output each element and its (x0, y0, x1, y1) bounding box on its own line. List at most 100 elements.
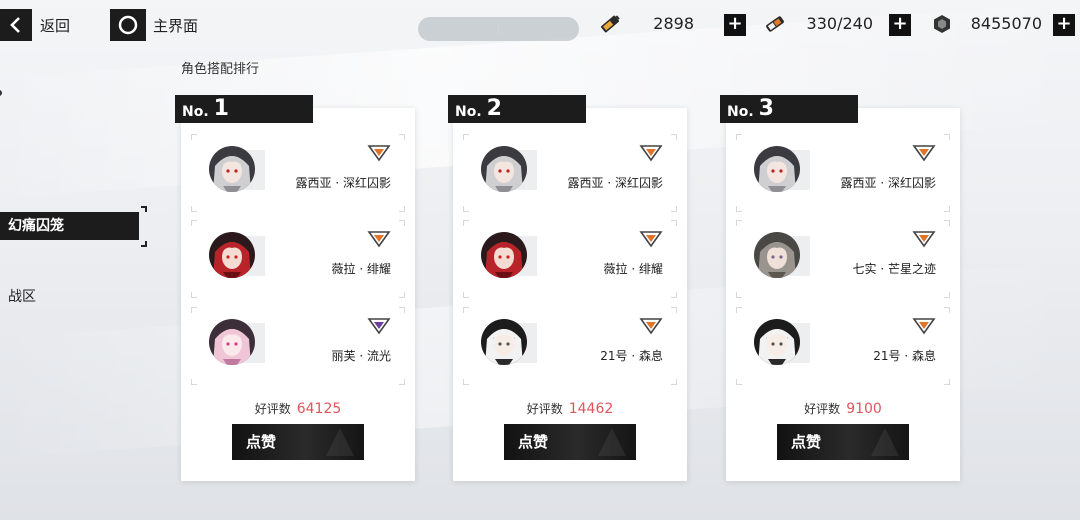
role-class-icon (367, 230, 391, 248)
button-decoration (598, 428, 626, 456)
sidebar-item-warzone[interactable]: 战区 (8, 286, 36, 306)
slot-corner (399, 307, 405, 313)
slot-corner (671, 379, 677, 385)
character-slot[interactable]: 丽芙 · 流光 (191, 307, 405, 385)
character-name: 21号 · 森息 (873, 349, 936, 363)
back-button[interactable] (0, 9, 32, 41)
like-button[interactable]: 点赞 (232, 424, 364, 460)
like-button-label: 点赞 (518, 433, 549, 451)
slot-corner (399, 206, 405, 212)
rank-number: 1 (213, 96, 229, 121)
slot-corner (463, 307, 469, 313)
character-name: 露西亚 · 深红囚影 (840, 176, 936, 190)
likes-label: 好评数 (254, 402, 291, 416)
likes-count: 64125 (296, 401, 342, 417)
character-name: 七实 · 芒星之迹 (852, 262, 936, 276)
like-button[interactable]: 点赞 (777, 424, 909, 460)
role-class-icon (639, 144, 663, 162)
slot-corner (671, 292, 677, 298)
rank-prefix: No. (182, 104, 209, 120)
slot-corner (671, 134, 677, 140)
character-avatar (754, 232, 800, 278)
character-avatar (481, 232, 527, 278)
rank-prefix: No. (727, 104, 754, 120)
role-class-icon (639, 317, 663, 335)
slot-corner (944, 292, 950, 298)
slot-corner (736, 220, 742, 226)
nav-bracket-bottom (141, 241, 147, 247)
character-name: 薇拉 · 绯耀 (603, 262, 663, 276)
sidebar-item-active[interactable]: 幻痛囚笼 (0, 212, 139, 240)
resource-stamina (763, 12, 787, 36)
status-pill (418, 17, 579, 41)
ranking-card: 露西亚 · 深红囚影 七实 · 芒星之迹 21号 · 森息 好评数 9100 点… (726, 108, 960, 481)
character-avatar (481, 146, 527, 192)
likes-count: 9100 (846, 401, 882, 417)
slot-corner (191, 307, 197, 313)
battery-icon (598, 12, 622, 36)
character-slot[interactable]: 21号 · 森息 (736, 307, 950, 385)
add-currency-button[interactable]: + (1053, 14, 1075, 36)
slot-corner (944, 220, 950, 226)
slot-corner (944, 134, 950, 140)
character-avatar (209, 319, 255, 365)
slot-corner (736, 134, 742, 140)
resource-battery (598, 12, 622, 36)
slot-corner (399, 134, 405, 140)
character-slot[interactable]: 21号 · 森息 (463, 307, 677, 385)
likes-row: 好评数 64125 (181, 400, 415, 417)
character-name: 21号 · 森息 (600, 349, 663, 363)
home-button[interactable] (110, 9, 146, 41)
nav-bracket-top (141, 206, 147, 212)
rank-number: 3 (758, 96, 774, 121)
role-class-icon (639, 230, 663, 248)
slot-corner (736, 307, 742, 313)
slot-corner (191, 134, 197, 140)
slot-corner (191, 292, 197, 298)
slot-corner (463, 379, 469, 385)
role-class-icon (367, 144, 391, 162)
currency-coin-icon (930, 12, 954, 36)
slot-corner (736, 379, 742, 385)
resource-currency-value: 8455070 (970, 14, 1042, 33)
character-slot[interactable]: 七实 · 芒星之迹 (736, 220, 950, 298)
back-label[interactable]: 返回 (40, 15, 70, 36)
ranking-card: 露西亚 · 深红囚影 薇拉 · 绯耀 (453, 108, 687, 481)
like-button[interactable]: 点赞 (504, 424, 636, 460)
likes-row: 好评数 14462 (453, 400, 687, 417)
character-avatar (754, 146, 800, 192)
add-stamina-button[interactable]: + (889, 14, 911, 36)
role-class-icon (912, 144, 936, 162)
character-slot[interactable]: 露西亚 · 深红囚影 (736, 134, 950, 212)
character-name: 露西亚 · 深红囚影 (567, 176, 663, 190)
slot-corner (736, 206, 742, 212)
likes-row: 好评数 9100 (726, 400, 960, 417)
role-class-icon (912, 230, 936, 248)
chevron-left-icon (10, 17, 20, 33)
home-label[interactable]: 主界面 (153, 15, 198, 36)
rank-number: 2 (486, 96, 502, 121)
add-battery-button[interactable]: + (724, 14, 746, 36)
button-decoration (326, 428, 354, 456)
character-name: 露西亚 · 深红囚影 (295, 176, 391, 190)
character-slot[interactable]: 露西亚 · 深红囚影 (463, 134, 677, 212)
ranking-card: 露西亚 · 深红囚影 薇拉 · 绯耀 (181, 108, 415, 481)
character-avatar (754, 319, 800, 365)
slot-corner (736, 292, 742, 298)
rank-tab: No. 3 (720, 95, 858, 123)
resource-stamina-value: 330/240 (806, 14, 873, 33)
slot-corner (463, 220, 469, 226)
character-slot[interactable]: 薇拉 · 绯耀 (463, 220, 677, 298)
slot-corner (671, 206, 677, 212)
slot-corner (399, 220, 405, 226)
status-pill-divider (498, 23, 499, 35)
character-slot[interactable]: 露西亚 · 深红囚影 (191, 134, 405, 212)
character-name: 丽芙 · 流光 (331, 349, 391, 363)
slot-corner (671, 220, 677, 226)
slot-corner (191, 206, 197, 212)
stamina-ticket-icon (763, 12, 787, 36)
character-slot[interactable]: 薇拉 · 绯耀 (191, 220, 405, 298)
slot-corner (671, 307, 677, 313)
role-class-icon (367, 317, 391, 335)
character-avatar (209, 232, 255, 278)
